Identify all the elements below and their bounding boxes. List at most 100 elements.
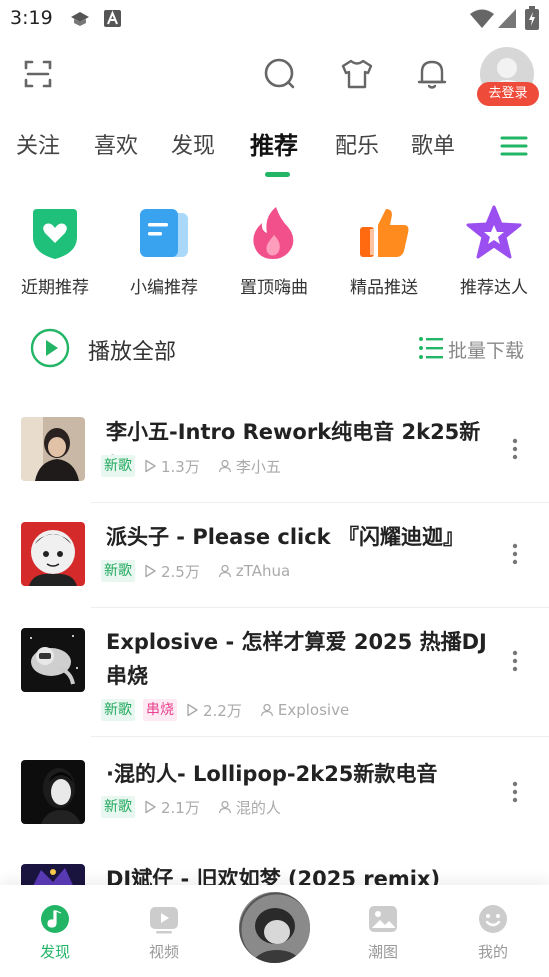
tab-like[interactable]: 喜欢: [94, 128, 138, 160]
play-all-button[interactable]: 播放全部: [88, 334, 176, 366]
song-cover: [21, 628, 85, 692]
battery-icon: [525, 6, 539, 30]
row-divider: [91, 736, 549, 737]
nav-label: 潮图: [367, 943, 398, 961]
category-editor[interactable]: 小编推荐: [114, 205, 214, 298]
category-top-hits[interactable]: 置顶嗨曲: [224, 205, 324, 298]
status-time: 3:19: [10, 7, 53, 29]
song-meta: 新歌 2.5万 zTAhua: [101, 560, 308, 582]
discover-icon: [41, 905, 69, 933]
scan-icon[interactable]: [18, 54, 58, 94]
more-options-icon[interactable]: [508, 542, 522, 566]
more-options-icon[interactable]: [508, 780, 522, 804]
song-cover: [21, 522, 85, 586]
more-options-icon[interactable]: [508, 437, 522, 461]
play-count: 2.2万: [185, 700, 242, 721]
notification-app-icon: [71, 12, 89, 26]
menu-icon[interactable]: [500, 134, 528, 158]
play-count-icon: [145, 459, 156, 473]
artist-name[interactable]: Explosive: [278, 701, 349, 719]
login-button[interactable]: 去登录: [477, 82, 539, 106]
song-title: ·混的人- Lollipop-2k25新款电音: [106, 762, 438, 786]
tab-discover[interactable]: 发现: [171, 128, 215, 160]
user-icon: [218, 459, 232, 473]
star-icon: [466, 205, 522, 259]
play-count-value: 2.1万: [161, 798, 200, 817]
notification-a-icon: [104, 10, 121, 27]
play-count-icon: [187, 703, 198, 717]
category-shortcuts: 近期推荐 小编推荐 置顶嗨曲 精品推送 推荐达人: [0, 205, 549, 305]
category-recent[interactable]: 近期推荐: [5, 205, 105, 298]
play-all-icon[interactable]: [30, 328, 70, 368]
bell-icon[interactable]: [412, 54, 452, 94]
skin-shirt-icon[interactable]: [337, 54, 377, 94]
play-all-row: 播放全部 批量下载: [0, 322, 549, 374]
artist: 李小五: [218, 456, 281, 477]
category-premium[interactable]: 精品推送: [334, 205, 434, 298]
heart-shield-icon: [33, 209, 77, 259]
song-title: 派头子 - Please click 『闪耀迪迦』: [106, 525, 464, 549]
user-icon: [218, 564, 232, 578]
song-tag: 新歌: [101, 455, 135, 477]
video-icon: [150, 907, 178, 934]
play-count-value: 1.3万: [161, 457, 200, 476]
nav-profile[interactable]: 我的: [453, 885, 533, 962]
user-icon: [260, 703, 274, 717]
nav-label: 视频: [148, 943, 179, 961]
artist-name[interactable]: 混的人: [236, 797, 281, 818]
artist-name[interactable]: 李小五: [236, 456, 281, 477]
category-label: 置顶嗨曲: [240, 278, 308, 298]
tab-playlist[interactable]: 歌单: [411, 128, 455, 160]
nav-video[interactable]: 视频: [124, 885, 204, 962]
active-tab-indicator: [265, 172, 290, 177]
nav-label: 我的: [477, 943, 508, 961]
play-count-value: 2.2万: [203, 701, 242, 720]
song-meta: 新歌 1.3万 李小五: [101, 455, 299, 477]
category-label: 小编推荐: [130, 278, 198, 298]
category-label: 推荐达人: [460, 278, 528, 298]
song-row[interactable]: ·混的人- Lollipop-2k25新款电音 新歌 2.1万 混的人: [0, 745, 549, 843]
status-bar: 3:19: [0, 0, 549, 38]
signal-icon: [498, 9, 516, 28]
play-count: 2.5万: [143, 561, 200, 582]
play-count-value: 2.5万: [161, 562, 200, 581]
song-row[interactable]: Explosive - 怎样才算爱 2025 热播DJ串烧 新歌 串烧 2.2万…: [0, 615, 549, 737]
nav-images[interactable]: 潮图: [343, 885, 423, 962]
category-talent[interactable]: 推荐达人: [444, 205, 544, 298]
tab-soundtrack[interactable]: 配乐: [335, 128, 379, 160]
thumbs-up-icon: [360, 209, 409, 257]
artist: zTAhua: [218, 562, 290, 580]
list-download-icon[interactable]: [418, 336, 444, 360]
profile-icon: [479, 905, 507, 933]
song-title: Explosive - 怎样才算爱 2025 热播DJ串烧: [106, 630, 487, 688]
play-count-icon: [145, 564, 156, 578]
song-row[interactable]: 派头子 - Please click 『闪耀迪迦』 新歌 2.5万 zTAhua: [0, 510, 549, 608]
artist-name[interactable]: zTAhua: [236, 562, 290, 580]
category-label: 近期推荐: [21, 278, 89, 298]
nav-discover[interactable]: 发现: [15, 885, 95, 962]
song-row[interactable]: 李小五-Intro Rework纯电音 2k25新版 新歌 1.3万 李小五: [0, 405, 549, 503]
artist: 混的人: [218, 797, 281, 818]
row-divider: [91, 502, 549, 503]
song-tag: 新歌: [101, 796, 135, 818]
song-cover: [21, 760, 85, 824]
now-playing-disc[interactable]: [237, 890, 312, 965]
batch-download-button[interactable]: 批量下载: [448, 336, 524, 363]
tab-follow[interactable]: 关注: [16, 128, 60, 160]
song-meta: 新歌 串烧 2.2万 Explosive: [101, 699, 367, 721]
image-icon: [369, 906, 397, 932]
artist: Explosive: [260, 701, 349, 719]
play-count-icon: [145, 800, 156, 814]
tab-recommend[interactable]: 推荐: [250, 126, 298, 161]
search-icon[interactable]: [260, 54, 300, 94]
row-divider: [91, 607, 549, 608]
flame-icon: [253, 207, 294, 259]
song-cover: [21, 417, 85, 481]
more-options-icon[interactable]: [508, 649, 522, 673]
play-count: 1.3万: [143, 456, 200, 477]
category-tabs: 关注 喜欢 发现 推荐 配乐 歌单: [0, 122, 549, 182]
play-count: 2.1万: [143, 797, 200, 818]
song-tag: 新歌: [101, 560, 135, 582]
document-icon: [140, 209, 188, 257]
category-label: 精品推送: [350, 278, 418, 298]
